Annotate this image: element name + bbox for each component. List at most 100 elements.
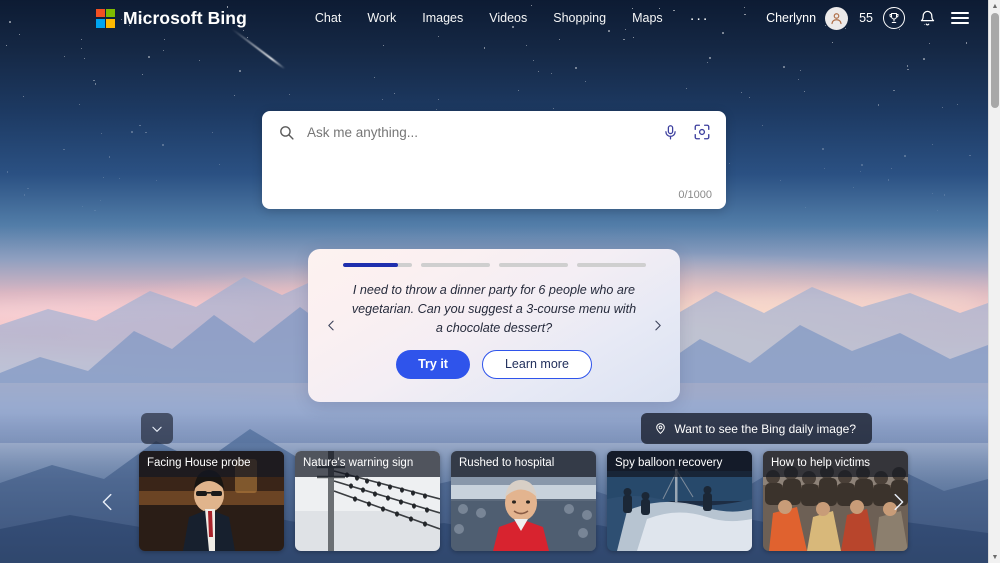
star (108, 156, 111, 158)
star (558, 39, 560, 40)
star (892, 89, 895, 92)
star (928, 42, 930, 44)
star (394, 92, 396, 94)
news-card[interactable]: Rushed to hospital (451, 451, 596, 551)
learn-more-button[interactable]: Learn more (481, 349, 592, 379)
microphone-button[interactable] (660, 122, 680, 142)
star (22, 95, 24, 97)
news-card[interactable]: Facing House probe (139, 451, 284, 551)
page-scrollbar[interactable]: ▲ ▼ (988, 0, 1000, 563)
star (155, 179, 157, 181)
bing-logo-link[interactable]: Microsoft Bing (96, 8, 247, 29)
news-card[interactable]: Spy balloon recovery (607, 451, 752, 551)
star (937, 209, 939, 212)
star (163, 39, 165, 41)
chevron-down-icon (152, 426, 162, 432)
star (80, 38, 83, 41)
star (438, 99, 440, 101)
star (552, 107, 554, 109)
star (526, 44, 528, 47)
star (145, 131, 147, 134)
nav-item-videos[interactable]: Videos (476, 7, 540, 29)
microphone-icon (664, 124, 676, 140)
nav-item-work[interactable]: Work (354, 7, 409, 29)
ellipsis-icon[interactable]: ··· (680, 11, 720, 26)
star (233, 95, 235, 96)
nav-item-maps[interactable]: Maps (619, 7, 676, 29)
star (860, 164, 863, 166)
news-carousel: Facing House probe Nature's warning sign… (139, 451, 908, 551)
person-avatar-icon[interactable] (825, 6, 849, 30)
progress-segment-2[interactable] (420, 263, 490, 267)
star (219, 163, 220, 165)
scrollbar-thumb[interactable] (991, 13, 999, 108)
character-counter: 0/1000 (678, 189, 712, 201)
search-box[interactable]: 0/1000 (262, 111, 726, 209)
star (78, 103, 81, 106)
news-prev-button[interactable] (93, 487, 123, 517)
progress-segment-4[interactable] (576, 263, 646, 267)
user-name[interactable]: Cherlynn (766, 11, 816, 25)
bell-icon (920, 10, 934, 25)
star (890, 168, 892, 170)
search-input[interactable] (307, 124, 660, 140)
chevron-left-icon (102, 493, 112, 511)
suggestion-actions: Try it Learn more (308, 349, 680, 379)
progress-segment-3[interactable] (498, 263, 568, 267)
star (907, 68, 909, 71)
star (63, 148, 65, 151)
try-it-button[interactable]: Try it (396, 349, 470, 379)
star (965, 42, 967, 44)
nav-item-shopping[interactable]: Shopping (540, 7, 619, 29)
star (822, 148, 824, 150)
star (94, 209, 96, 212)
star (373, 77, 375, 78)
star (931, 192, 934, 195)
star (198, 59, 201, 62)
news-card[interactable]: Nature's warning sign (295, 451, 440, 551)
notifications-button[interactable] (915, 6, 939, 30)
star (438, 209, 440, 211)
scrollbar-up-arrow[interactable]: ▲ (989, 0, 1000, 12)
star (923, 58, 925, 60)
star (623, 39, 625, 41)
star (888, 179, 890, 181)
nav-item-chat[interactable]: Chat (302, 7, 354, 29)
star (381, 99, 383, 101)
news-card-title: Spy balloon recovery (607, 451, 752, 477)
scrollbar-down-arrow[interactable]: ▼ (989, 551, 1000, 563)
carousel-prev-button[interactable] (320, 315, 342, 337)
star (707, 61, 709, 63)
daily-image-button[interactable]: Want to see the Bing daily image? (641, 413, 872, 444)
star (94, 83, 97, 85)
star (797, 78, 800, 80)
star (84, 57, 85, 59)
search-icon (278, 124, 295, 141)
app-menu-button[interactable] (948, 6, 972, 30)
collapse-feed-button[interactable] (141, 413, 173, 444)
star (141, 73, 143, 75)
star (80, 48, 82, 50)
chevron-right-icon (654, 320, 661, 331)
star (956, 103, 958, 105)
star (102, 177, 104, 178)
star (239, 70, 241, 72)
rewards-button[interactable] (882, 6, 906, 30)
progress-segment-1[interactable] (342, 263, 412, 267)
star (943, 194, 946, 196)
news-card-title: Facing House probe (139, 451, 284, 477)
star (163, 49, 165, 51)
rewards-points-count[interactable]: 55 (859, 11, 873, 25)
search-actions (660, 122, 712, 142)
star (709, 57, 711, 59)
visual-search-button[interactable] (692, 122, 712, 142)
star (942, 107, 944, 109)
star (162, 144, 164, 146)
star (904, 155, 906, 157)
carousel-next-button[interactable] (646, 315, 668, 337)
star (859, 170, 862, 173)
news-card-title: How to help victims (763, 451, 908, 477)
news-next-button[interactable] (883, 487, 913, 517)
nav-item-images[interactable]: Images (409, 7, 476, 29)
star (24, 194, 26, 196)
